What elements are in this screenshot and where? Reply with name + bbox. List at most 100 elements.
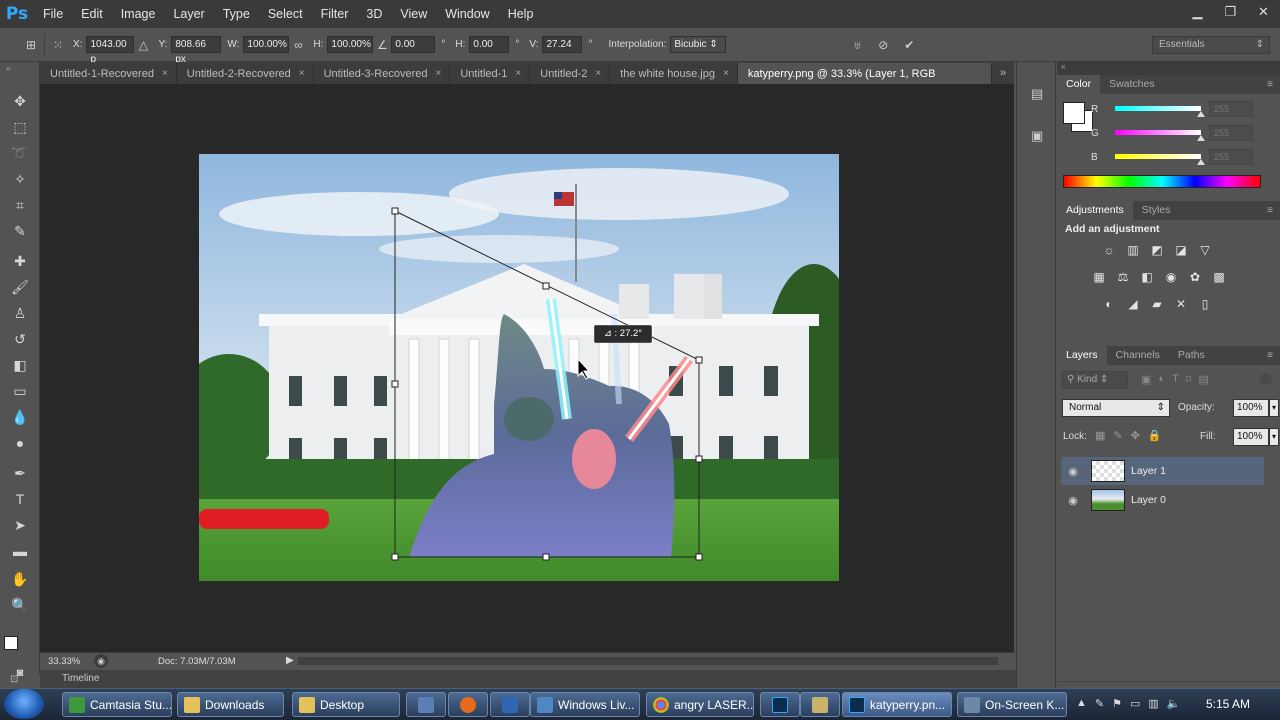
posterize-icon[interactable]: ◢: [1123, 295, 1143, 313]
taskbar-camtasia[interactable]: Camtasia Stu...: [62, 692, 172, 717]
menu-edit[interactable]: Edit: [72, 0, 112, 28]
v-skew-field[interactable]: 27.24: [542, 36, 583, 53]
lock-pixels-icon[interactable]: ✎: [1113, 429, 1122, 442]
color-balance-icon[interactable]: ⚖: [1113, 268, 1133, 286]
menu-image[interactable]: Image: [112, 0, 165, 28]
cancel-transform-icon[interactable]: ⊘: [874, 36, 892, 54]
smart-filter-icon[interactable]: ▤: [1198, 373, 1208, 386]
taskbar-firefox[interactable]: [448, 692, 488, 717]
g-slider[interactable]: [1115, 130, 1205, 141]
taskbar-onscreen-keyboard[interactable]: On-Screen K...: [957, 692, 1067, 717]
timeline-panel[interactable]: Timeline: [40, 670, 1056, 688]
foreground-color-swatch[interactable]: [1063, 102, 1085, 124]
photo-filter-icon[interactable]: ◉: [1161, 268, 1181, 286]
shape-filter-icon[interactable]: ⌑: [1186, 373, 1192, 386]
tab-overflow-icon[interactable]: »: [992, 63, 1014, 84]
w-field[interactable]: 100.00%: [243, 36, 290, 53]
start-button[interactable]: [4, 689, 44, 719]
menu-help[interactable]: Help: [499, 0, 543, 28]
taskbar-katyperry[interactable]: katyperry.pn...: [842, 692, 952, 717]
network-tray-icon[interactable]: ▥: [1148, 697, 1158, 710]
pen-tray-icon[interactable]: ✎: [1095, 697, 1104, 710]
tab-untitled-2[interactable]: Untitled-2 ×: [530, 63, 611, 84]
close-icon[interactable]: ×: [436, 68, 442, 79]
layer-row-layer-0[interactable]: ◉ Layer 0: [1061, 486, 1264, 514]
collapse-icon[interactable]: »: [6, 64, 10, 73]
horizontal-scrollbar[interactable]: [298, 657, 998, 665]
crop-tool-icon[interactable]: ⌗: [6, 194, 34, 216]
eye-icon[interactable]: ◉: [1061, 465, 1085, 478]
battery-tray-icon[interactable]: ▭: [1130, 697, 1140, 710]
transform-tool-icon[interactable]: ⊞: [22, 36, 40, 54]
tab-styles[interactable]: Styles: [1133, 201, 1180, 220]
close-icon[interactable]: ×: [595, 68, 601, 79]
document-canvas[interactable]: ⊿ : 27.2°: [199, 154, 839, 581]
commit-transform-icon[interactable]: ✔: [900, 36, 918, 54]
selective-color-icon[interactable]: ✕: [1171, 295, 1191, 313]
menu-layer[interactable]: Layer: [164, 0, 213, 28]
menu-view[interactable]: View: [391, 0, 436, 28]
panel-menu-icon[interactable]: ≡: [1260, 201, 1280, 220]
vibrance-icon[interactable]: ▽: [1195, 241, 1215, 259]
h-field[interactable]: 100.00%: [327, 36, 374, 53]
menu-window[interactable]: Window: [436, 0, 498, 28]
tab-swatches[interactable]: Swatches: [1100, 75, 1164, 94]
layer-name[interactable]: Layer 0: [1131, 494, 1166, 506]
pen-tool-icon[interactable]: ✒: [6, 462, 34, 484]
layer-filter-select[interactable]: ⚲ Kind ⇕: [1062, 371, 1128, 389]
gradient-map-icon[interactable]: ▯: [1195, 295, 1215, 313]
color-lookup-icon[interactable]: ▩: [1209, 268, 1229, 286]
taskbar-desktop[interactable]: Desktop: [292, 692, 400, 717]
tab-untitled-2-recovered[interactable]: Untitled-2-Recovered ×: [176, 63, 314, 84]
levels-icon[interactable]: ▥: [1123, 241, 1143, 259]
filter-toggle[interactable]: [1260, 373, 1272, 385]
g-value[interactable]: 255: [1209, 125, 1253, 141]
foreground-color-swatch[interactable]: [4, 636, 18, 650]
clock[interactable]: 5:15 AM: [1206, 697, 1250, 711]
lock-all-icon[interactable]: 🔒: [1148, 429, 1162, 442]
path-selection-tool-icon[interactable]: ➤: [6, 514, 34, 536]
close-icon[interactable]: ✕: [1247, 0, 1280, 24]
fill-field[interactable]: 100%: [1233, 428, 1269, 446]
lock-position-icon[interactable]: ✥: [1131, 429, 1140, 442]
tab-untitled-3-recovered[interactable]: Untitled-3-Recovered ×: [313, 63, 451, 84]
collapse-icon[interactable]: «: [1057, 62, 1280, 75]
type-tool-icon[interactable]: T: [6, 488, 34, 510]
x-field[interactable]: 1043.00 p: [86, 36, 135, 65]
dodge-tool-icon[interactable]: ●: [6, 432, 34, 454]
tab-channels[interactable]: Channels: [1107, 346, 1169, 365]
marquee-tool-icon[interactable]: ⬚: [6, 116, 34, 138]
slider-thumb[interactable]: [1197, 111, 1205, 117]
blend-mode-select[interactable]: Normal ⇕: [1062, 399, 1170, 417]
adjustment-filter-icon[interactable]: ◐: [1158, 373, 1165, 386]
clone-stamp-tool-icon[interactable]: ♙: [6, 302, 34, 324]
taskbar-app-1[interactable]: [406, 692, 446, 717]
healing-brush-tool-icon[interactable]: ✚: [6, 250, 34, 272]
h-skew-field[interactable]: 0.00: [469, 36, 510, 53]
link-icon[interactable]: ∞: [289, 36, 307, 54]
taskbar-downloads[interactable]: Downloads: [177, 692, 284, 717]
type-filter-icon[interactable]: T: [1172, 373, 1179, 386]
tab-untitled-1-recovered[interactable]: Untitled-1-Recovered ×: [40, 63, 177, 84]
r-value[interactable]: 255: [1209, 101, 1253, 117]
close-icon[interactable]: ×: [515, 68, 521, 79]
opacity-field[interactable]: 100%: [1233, 399, 1269, 417]
black-white-icon[interactable]: ◧: [1137, 268, 1157, 286]
tab-layers[interactable]: Layers: [1057, 346, 1107, 365]
alert-tray-icon[interactable]: ⚑: [1112, 697, 1122, 710]
taskbar-chrome[interactable]: angry LASER...: [646, 692, 754, 717]
angle-field[interactable]: 0.00: [391, 36, 436, 53]
menu-3d[interactable]: 3D: [357, 0, 391, 28]
tab-untitled-1[interactable]: Untitled-1 ×: [450, 63, 531, 84]
workspace-select[interactable]: Essentials ⇕: [1152, 36, 1270, 54]
pixel-filter-icon[interactable]: ▣: [1141, 373, 1151, 386]
blur-tool-icon[interactable]: 💧: [6, 406, 34, 428]
zoom-tool-icon[interactable]: 🔍: [6, 594, 34, 616]
panel-menu-icon[interactable]: ≡: [1260, 346, 1280, 365]
volume-tray-icon[interactable]: 🔈: [1167, 697, 1181, 710]
menu-select[interactable]: Select: [259, 0, 312, 28]
restore-icon[interactable]: ❐: [1214, 0, 1247, 24]
brush-tool-icon[interactable]: 🖌: [6, 276, 34, 298]
rectangle-tool-icon[interactable]: ▬: [6, 540, 34, 562]
close-icon[interactable]: ×: [299, 68, 305, 79]
